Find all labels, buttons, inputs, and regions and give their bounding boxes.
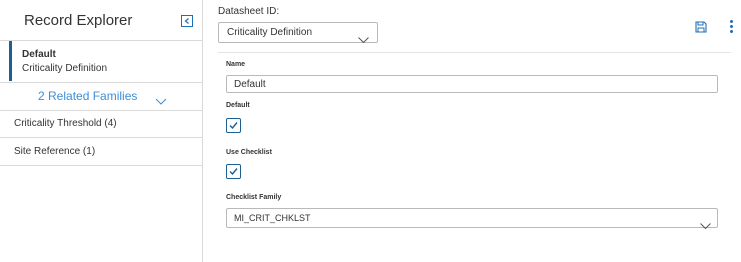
- sidebar-item-label: Criticality Threshold (4): [14, 118, 117, 129]
- checklist-family-value: MI_CRIT_CHKLST: [234, 213, 311, 223]
- default-checkbox[interactable]: [226, 118, 241, 133]
- use-checklist-label: Use Checklist: [226, 149, 272, 156]
- sidebar-header: Record Explorer: [0, 0, 202, 41]
- checklist-family-label: Checklist Family: [226, 194, 282, 201]
- chevron-down-icon: [700, 216, 711, 234]
- check-icon: [229, 168, 238, 176]
- more-vertical-icon[interactable]: [730, 20, 734, 36]
- collapse-left-icon[interactable]: [181, 15, 193, 27]
- sidebar-item-criticality-threshold[interactable]: Criticality Threshold (4): [0, 110, 202, 138]
- record-explorer-sidebar: Record Explorer Default Criticality Defi…: [0, 0, 203, 262]
- use-checklist-checkbox[interactable]: [226, 164, 241, 179]
- datasheet-label: Datasheet ID:: [218, 6, 280, 17]
- default-label: Default: [226, 102, 250, 109]
- sidebar-item-label: Site Reference (1): [14, 146, 96, 157]
- record-subtitle: Criticality Definition: [22, 63, 108, 74]
- record-title: Default: [22, 49, 56, 60]
- datasheet-value: Criticality Definition: [227, 27, 313, 38]
- header-divider: [218, 52, 731, 53]
- chevron-down-icon: [155, 92, 167, 110]
- sidebar-record-item[interactable]: Default Criticality Definition: [0, 41, 202, 81]
- chevron-down-icon: [358, 30, 369, 48]
- name-field[interactable]: Default: [226, 75, 718, 93]
- related-families-label: 2 Related Families: [38, 89, 138, 103]
- sidebar-item-site-reference[interactable]: Site Reference (1): [0, 138, 202, 166]
- sidebar-title: Record Explorer: [24, 12, 133, 29]
- save-icon[interactable]: [695, 20, 707, 38]
- checklist-family-select[interactable]: MI_CRIT_CHKLST: [226, 208, 718, 230]
- datasheet-select[interactable]: Criticality Definition: [218, 22, 378, 44]
- name-value: Default: [234, 79, 266, 90]
- related-families-toggle[interactable]: 2 Related Families: [0, 82, 202, 111]
- check-icon: [229, 122, 238, 130]
- selected-indicator: [9, 41, 12, 81]
- name-label: Name: [226, 61, 246, 68]
